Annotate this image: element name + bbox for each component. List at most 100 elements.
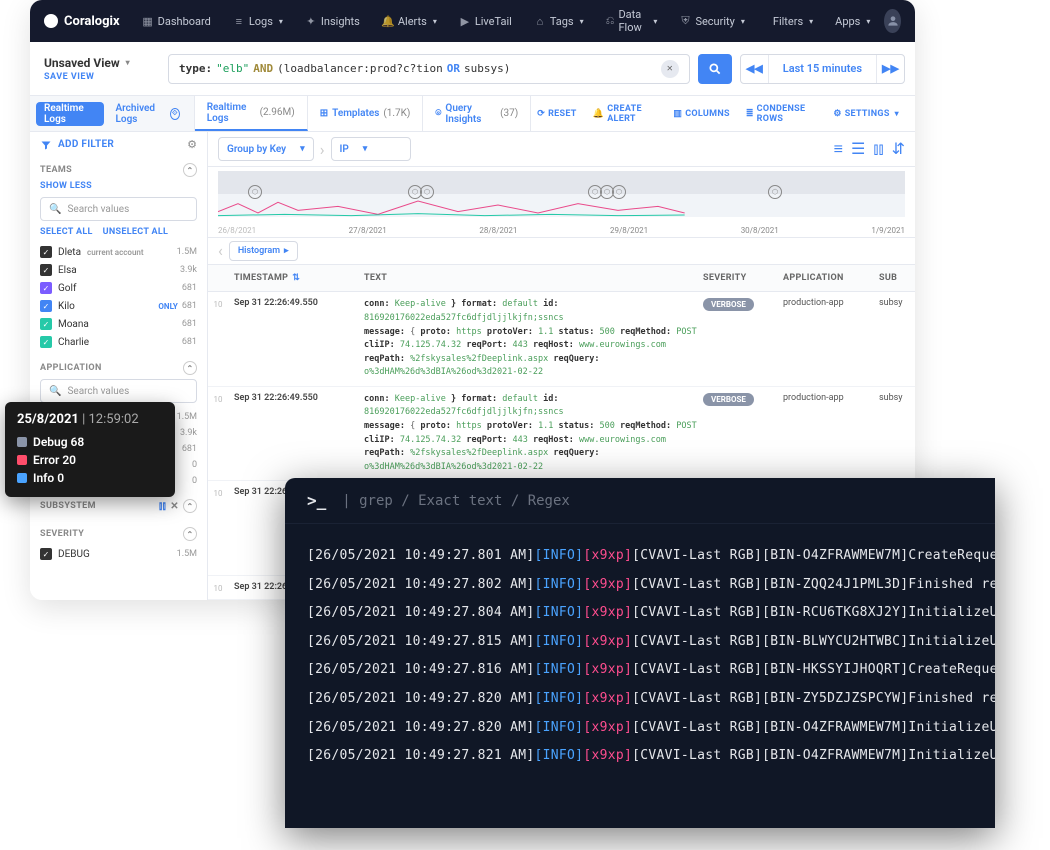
template-icon: ⊞ [320, 108, 328, 119]
query-input[interactable]: type:"elb" AND (loadbalancer:prod?c?tion… [168, 54, 690, 84]
caret-right-icon: ▸ [284, 246, 289, 256]
select-all-link[interactable]: SELECT ALL [40, 227, 93, 237]
chart-tooltip: 25/8/2021 | 12:59:02 Debug 68Error 20Inf… [5, 402, 175, 497]
view-title[interactable]: Unsaved View▾ [44, 56, 160, 70]
timerange-picker[interactable]: ◀◀ Last 15 minutes ▶▶ [740, 54, 905, 84]
clear-query-button[interactable]: ✕ [661, 60, 679, 78]
color-swatch-icon [17, 473, 27, 483]
team-item[interactable]: ✓ Moana 681 [30, 315, 207, 333]
nav-dataflow[interactable]: ⎌Data Flow▾ [598, 8, 666, 34]
terminal-line: [26/05/2021 10:49:27.804 AM][INFO][x9xp]… [307, 599, 973, 628]
filter-icon [40, 139, 52, 151]
reset-button[interactable]: ⟳RESET [531, 109, 582, 119]
histogram-chart[interactable]: ⬡ ⬡ ⬡ ⬡ ⬡ ⬡ ⬡ 26/8/202127/8/202128/8/202… [208, 167, 915, 237]
time-next-button[interactable]: ▶▶ [876, 55, 904, 83]
nav-insights[interactable]: ✦Insights [297, 15, 368, 28]
view-expand-icon[interactable]: ⇵ [892, 139, 905, 159]
checkbox-icon[interactable]: ✓ [40, 264, 52, 276]
save-view-link[interactable]: SAVE VIEW [44, 72, 160, 82]
time-prev-button[interactable]: ◀◀ [741, 55, 769, 83]
prev-button[interactable]: ‹ [218, 241, 223, 260]
caret-down-icon: ▾ [809, 17, 813, 26]
tab-templates[interactable]: ⊞Templates(1.7K) [308, 96, 424, 131]
chart-icon[interactable]: ⫾⫾ [159, 501, 166, 512]
caret-down-icon: ▾ [300, 144, 305, 154]
unselect-all-link[interactable]: UNSELECT ALL [103, 227, 169, 237]
search-button[interactable] [698, 54, 732, 84]
add-filter-button[interactable]: ADD FILTER [58, 139, 114, 150]
nav-filters[interactable]: Filters▾ [765, 15, 821, 28]
teams-header: TEAMS [40, 165, 72, 175]
team-item[interactable]: ✓ Elsa 3.9k [30, 261, 207, 279]
checkbox-icon[interactable]: ✓ [40, 548, 52, 560]
teams-search-input[interactable]: 🔍Search values [40, 197, 197, 221]
team-item[interactable]: ✓ Dleta current account 1.5M [30, 243, 207, 261]
nav-livetail[interactable]: ▶LiveTail [451, 15, 520, 28]
columns-icon: ▥ [673, 109, 682, 119]
group-by-dropdown[interactable]: Group by Key▾ [218, 137, 314, 161]
show-less-link[interactable]: SHOW LESS [30, 181, 207, 197]
checkbox-icon[interactable]: ✓ [40, 282, 52, 294]
collapse-icon[interactable]: ⌃ [183, 163, 197, 177]
terminal-line: [26/05/2021 10:49:27.820 AM][INFO][x9xp]… [307, 685, 973, 714]
color-swatch-icon [17, 437, 27, 447]
nav-logs[interactable]: ≡Logs▾ [225, 15, 291, 28]
checkbox-icon[interactable]: ✓ [40, 336, 52, 348]
app-search-input[interactable]: 🔍Search values [40, 379, 197, 403]
ip-dropdown[interactable]: IP▾ [331, 137, 411, 161]
tab-archived-logs[interactable]: Archived Logs⟐ [108, 102, 188, 126]
checkbox-icon[interactable]: ✓ [40, 300, 52, 312]
brand[interactable]: Coralogix [44, 14, 120, 29]
view-bars-icon[interactable]: ⫾⫾ [873, 139, 883, 159]
tab-realtime-logs[interactable]: Realtime Logs [36, 102, 104, 126]
settings-icon[interactable]: ⚙ [187, 138, 197, 151]
insight-icon: ⌾ [435, 108, 441, 119]
collapse-icon[interactable]: ⌃ [183, 361, 197, 375]
create-alert-button[interactable]: 🔔CREATE ALERT [587, 104, 664, 124]
team-item[interactable]: ✓ Charlie 681 [30, 333, 207, 351]
top-nav: Coralogix ▦Dashboard ≡Logs▾ ✦Insights 🔔A… [30, 0, 915, 42]
caret-down-icon: ▾ [126, 58, 130, 67]
nav-security[interactable]: ⛨Security▾ [671, 15, 752, 28]
timerange-label: Last 15 minutes [769, 62, 876, 75]
team-item[interactable]: ✓ Kilo ONLY681 [30, 297, 207, 315]
condense-button[interactable]: ≣CONDENSE ROWS [740, 104, 823, 124]
caret-down-icon: ▾ [363, 144, 368, 154]
nav-alerts[interactable]: 🔔Alerts▾ [374, 15, 445, 28]
nav-tags[interactable]: ⌂Tags▾ [526, 15, 592, 28]
close-icon[interactable]: ✕ [170, 501, 179, 512]
prompt-icon: >_ [307, 491, 326, 510]
condense-icon: ≣ [746, 109, 754, 119]
checkbox-icon[interactable]: ✓ [40, 318, 52, 330]
view-lines-icon[interactable]: ≡ [834, 139, 843, 159]
columns-button[interactable]: ▥COLUMNS [667, 109, 735, 119]
sort-icon[interactable]: ⇅ [292, 273, 300, 283]
terminal-hint[interactable]: | grep / Exact text / Regex [342, 493, 570, 509]
tab-query-insights[interactable]: ⌾Query Insights(37) [423, 96, 531, 131]
brand-logo-icon [44, 14, 58, 28]
terminal-line: [26/05/2021 10:49:27.816 AM][INFO][x9xp]… [307, 656, 973, 685]
nav-apps[interactable]: Apps▾ [827, 15, 878, 28]
user-avatar[interactable] [884, 9, 901, 33]
view-list-icon[interactable]: ☰ [851, 139, 865, 159]
caret-down-icon: ▾ [741, 17, 745, 26]
team-item[interactable]: ✓ Golf 681 [30, 279, 207, 297]
checkbox-icon[interactable]: ✓ [40, 246, 52, 258]
nav-dashboard[interactable]: ▦Dashboard [134, 15, 219, 28]
terminal-line: [26/05/2021 10:49:27.820 AM][INFO][x9xp]… [307, 714, 973, 743]
tag-icon: ⌂ [534, 15, 546, 27]
log-row[interactable]: 10 Sep 31 22:26:49.550 conn: Keep-alive … [208, 292, 915, 387]
settings-button[interactable]: ⚙SETTINGS▾ [827, 109, 905, 119]
severity-item[interactable]: ✓ DEBUG 1.5M [30, 545, 207, 563]
collapse-icon[interactable]: ⌃ [183, 527, 197, 541]
caret-down-icon: ▾ [433, 17, 437, 26]
badge-icon: ⟐ [170, 108, 180, 120]
terminal-panel: >_ | grep / Exact text / Regex [26/05/20… [285, 478, 995, 828]
terminal-output[interactable]: [26/05/2021 10:49:27.801 AM][INFO][x9xp]… [285, 524, 995, 789]
collapse-icon[interactable]: ⌃ [183, 499, 197, 513]
log-row[interactable]: 10 Sep 31 22:26:49.550 conn: Keep-alive … [208, 387, 915, 482]
histogram-button[interactable]: Histogram▸ [229, 241, 298, 261]
tab-realtime-count[interactable]: Realtime Logs(2.96M) [195, 96, 308, 131]
tabs-row: Realtime Logs Archived Logs⟐ Realtime Lo… [30, 96, 915, 132]
bell-icon: 🔔 [593, 109, 605, 119]
